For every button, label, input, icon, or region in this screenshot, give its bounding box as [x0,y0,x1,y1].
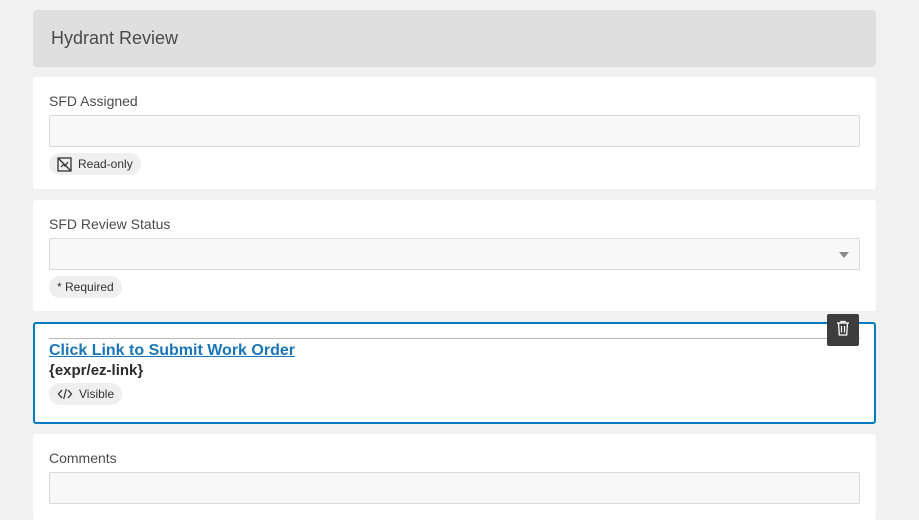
read-only-icon [57,156,72,172]
field-card-sfd-review-status[interactable]: SFD Review Status * Required [33,200,876,311]
required-badge-label: * Required [57,280,114,294]
sfd-review-status-label: SFD Review Status [49,216,171,232]
read-only-badge-label: Read-only [78,157,133,171]
submit-work-order-link[interactable]: Click Link to Submit Work Order [49,342,295,360]
chevron-down-icon[interactable] [839,252,849,258]
required-badge: * Required [49,276,122,298]
group-header[interactable]: Hydrant Review [33,10,876,67]
comments-label: Comments [49,450,117,466]
code-icon [57,388,73,400]
form-builder-canvas: Hydrant Review SFD Assigned Read-only SF… [0,0,919,520]
delete-button[interactable] [827,314,859,346]
visible-badge: Visible [49,383,123,405]
sfd-assigned-input[interactable] [49,115,860,147]
visible-badge-label: Visible [79,387,115,401]
field-card-comments[interactable]: Comments [33,434,876,520]
group-title: Hydrant Review [51,28,179,48]
sfd-assigned-label: SFD Assigned [49,93,138,109]
comments-input[interactable] [49,472,860,504]
divider [49,338,860,339]
field-card-work-order-text[interactable]: Click Link to Submit Work Order {expr/ez… [33,314,876,424]
sfd-review-status-select[interactable] [49,238,860,270]
read-only-badge: Read-only [49,153,141,175]
expression-text: {expr/ez-link} [49,362,144,379]
trash-icon [836,320,850,341]
field-card-sfd-assigned[interactable]: SFD Assigned Read-only [33,77,876,189]
